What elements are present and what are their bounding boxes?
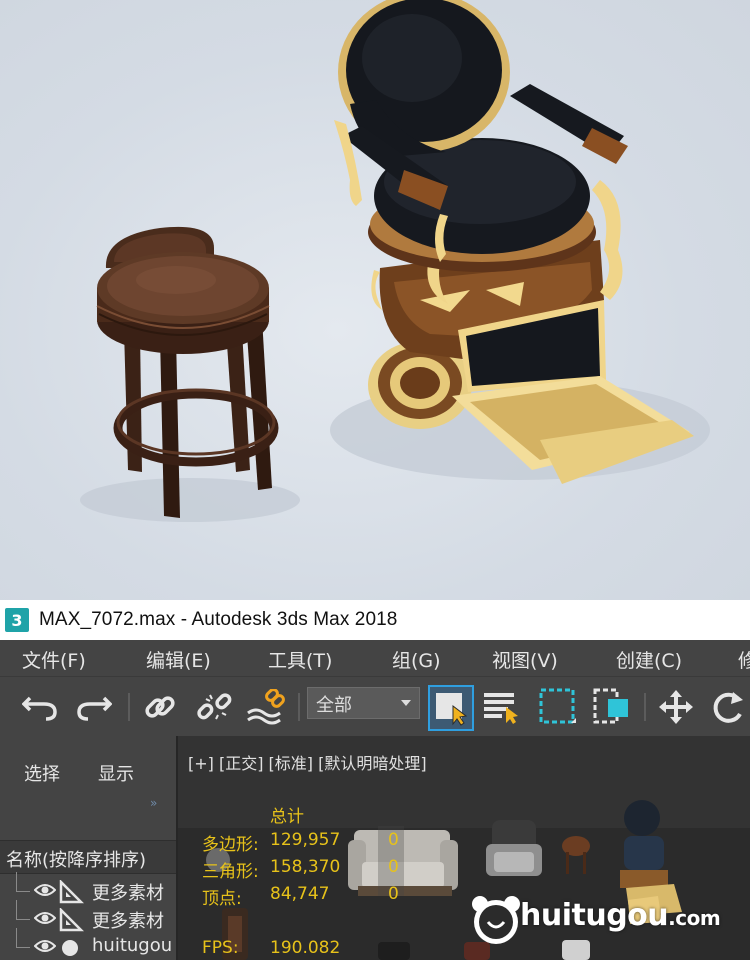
- menu-bar: 文件(F) 编辑(E) 工具(T) 组(G) 视图(V) 创建(C) 修: [0, 640, 750, 676]
- window-title: MAX_7072.max - Autodesk 3ds Max 2018: [39, 609, 398, 630]
- stats-polys-selected: 0: [388, 830, 399, 850]
- list-item-label: huitugou: [92, 935, 172, 956]
- menu-create[interactable]: 创建(C): [616, 646, 682, 673]
- list-item-label: 更多素材: [92, 911, 164, 932]
- menu-tools[interactable]: 工具(T): [268, 646, 332, 673]
- chevron-down-icon: [401, 700, 411, 706]
- main-toolbar: 全部: [0, 676, 750, 736]
- tree-connector: [16, 872, 30, 892]
- stats-fps-label: FPS:: [202, 938, 239, 958]
- stats-verts-value: 84,747: [270, 884, 330, 904]
- select-by-name-icon[interactable]: [482, 685, 522, 729]
- rect-selection-region-icon[interactable]: [538, 685, 578, 729]
- huitugou-watermark: huitugou.com: [468, 892, 738, 952]
- window-title-bar: 3 MAX_7072.max - Autodesk 3ds Max 2018: [0, 600, 750, 640]
- move-icon[interactable]: [656, 685, 696, 729]
- product-render: [0, 0, 750, 600]
- bind-space-warp-icon[interactable]: [246, 685, 286, 729]
- tab-display[interactable]: 显示: [98, 760, 134, 786]
- stats-total-header: 总计: [270, 807, 304, 827]
- menu-edit[interactable]: 编辑(E): [146, 646, 211, 673]
- redo-icon[interactable]: [74, 685, 114, 729]
- helper-object-icon: [58, 906, 85, 937]
- visibility-eye-icon[interactable]: [33, 882, 57, 903]
- undo-icon[interactable]: [20, 685, 60, 729]
- unlink-icon[interactable]: [194, 685, 234, 729]
- barber-chair: [334, 0, 694, 484]
- stats-tris-value: 158,370: [270, 857, 341, 877]
- selection-filter-dropdown[interactable]: 全部: [307, 687, 420, 719]
- bear-logo-icon: [472, 896, 520, 944]
- menu-modifiers[interactable]: 修: [738, 646, 750, 673]
- window-crossing-icon[interactable]: [592, 685, 632, 729]
- stats-tris-selected: 0: [388, 857, 399, 877]
- scene-explorer: 选择 显示 » 名称(按降序排序) 更多素材 更多素材 huitugou: [0, 736, 176, 960]
- expand-panel-icon[interactable]: »: [150, 796, 157, 810]
- geometry-object-icon: [58, 936, 84, 960]
- visibility-eye-icon[interactable]: [33, 910, 57, 931]
- watermark-text: huitugou.com: [520, 898, 721, 933]
- 3ds-max-app-icon: 3: [5, 608, 32, 635]
- dark-chair-model: [378, 942, 410, 960]
- watermark-brand: huitugou: [520, 898, 669, 933]
- stats-verts-label: 顶点:: [202, 889, 242, 909]
- menu-views[interactable]: 视图(V): [492, 646, 558, 673]
- tree-connector: [16, 900, 30, 920]
- stats-verts-selected: 0: [388, 884, 399, 904]
- tab-select[interactable]: 选择: [24, 760, 60, 786]
- selection-filter-value: 全部: [316, 695, 352, 716]
- stats-fps-value: 190.082: [270, 938, 341, 958]
- helper-object-icon: [58, 878, 85, 909]
- link-icon[interactable]: [140, 685, 180, 729]
- wooden-stool: [96, 226, 279, 518]
- visibility-eye-icon[interactable]: [33, 938, 57, 959]
- select-object-icon[interactable]: [428, 685, 474, 731]
- tree-connector: [16, 928, 30, 948]
- toolbar-separator: [298, 693, 300, 721]
- watermark-domain: .com: [668, 906, 721, 930]
- name-column-header[interactable]: 名称(按降序排序): [0, 840, 176, 874]
- list-item[interactable]: huitugou: [0, 928, 176, 960]
- stool-model: [562, 836, 590, 874]
- stats-tris-label: 三角形:: [202, 862, 259, 882]
- menu-file[interactable]: 文件(F): [22, 646, 86, 673]
- toolbar-separator: [128, 693, 130, 721]
- stats-polys-label: 多边形:: [202, 835, 259, 855]
- menu-group[interactable]: 组(G): [392, 646, 441, 673]
- stats-polys-value: 129,957: [270, 830, 341, 850]
- armchair-model: [486, 820, 542, 876]
- list-item-label: 更多素材: [92, 883, 164, 904]
- toolbar-separator: [644, 693, 646, 721]
- rotate-icon[interactable]: [708, 685, 748, 729]
